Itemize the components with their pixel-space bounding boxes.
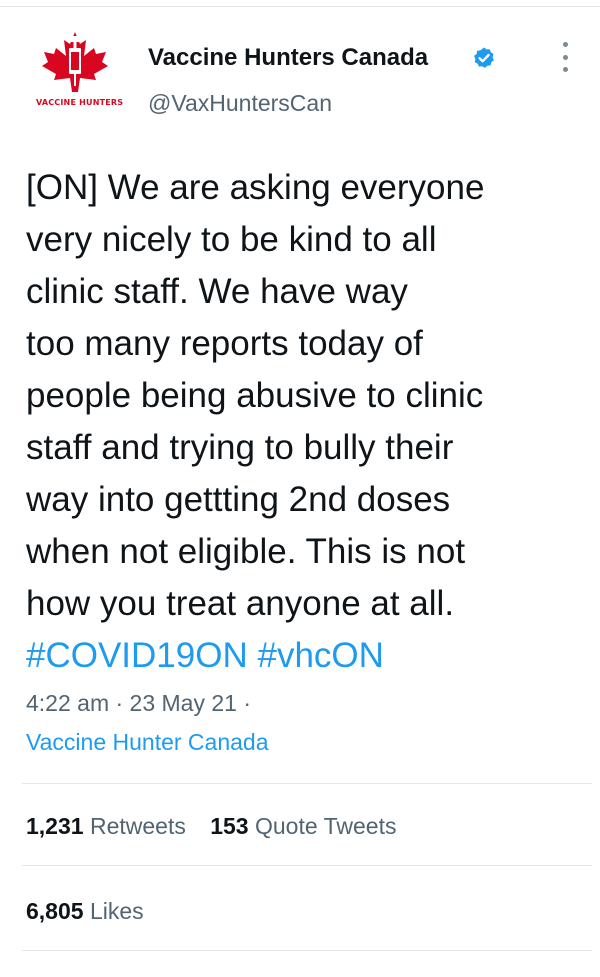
tweet-text-line: very nicely to be kind to all xyxy=(26,220,437,259)
hashtag-vhcon[interactable]: #vhcON xyxy=(257,636,383,675)
tweet-text-line: [ON] We are asking everyone xyxy=(26,168,485,207)
hashtag-covid19on[interactable]: #COVID19ON xyxy=(26,636,248,675)
tweet-source-link[interactable]: Vaccine Hunter Canada xyxy=(26,729,269,756)
likes-stats: 6,805 Likes xyxy=(26,898,162,925)
tweet-text-line: people being abusive to clinic xyxy=(26,376,484,415)
tweet-text-line: way into gettting 2nd doses xyxy=(26,480,451,519)
tweet-text-line: when not eligible. This is not xyxy=(26,532,466,571)
likes-stat[interactable]: 6,805 Likes xyxy=(26,898,144,925)
quote-tweets-label: Quote Tweets xyxy=(254,813,397,839)
quote-tweets-stat[interactable]: 153 Quote Tweets xyxy=(210,813,396,840)
tweet-timestamp[interactable]: 4:22 am · 23 May 21 · xyxy=(26,690,251,717)
more-dot xyxy=(562,42,568,47)
more-vertical-icon[interactable] xyxy=(556,42,574,72)
retweets-stat[interactable]: 1,231 Retweets xyxy=(26,813,186,840)
likes-label: Likes xyxy=(89,898,144,924)
verified-badge-icon xyxy=(474,47,494,68)
retweets-count: 1,231 xyxy=(26,813,84,839)
maple-leaf-syringe-icon xyxy=(42,32,108,92)
hashtag-line: #COVID19ON #vhcON xyxy=(26,630,591,682)
tweet-text-line: clinic staff. We have way xyxy=(26,272,408,311)
engagement-stats: 1,231 Retweets 153 Quote Tweets xyxy=(26,813,414,840)
top-divider xyxy=(0,6,600,7)
divider xyxy=(22,783,592,784)
more-dot xyxy=(562,67,568,72)
quote-tweets-count: 153 xyxy=(210,813,249,839)
retweets-label: Retweets xyxy=(89,813,186,839)
likes-count: 6,805 xyxy=(26,898,84,924)
tweet-text-line: too many reports today of xyxy=(26,324,423,363)
tweet-text: [ON] We are asking everyone very nicely … xyxy=(26,162,591,682)
author-display-name[interactable]: Vaccine Hunters Canada xyxy=(148,44,428,72)
author-handle[interactable]: @VaxHuntersCan xyxy=(148,90,332,117)
more-dot xyxy=(562,54,568,60)
divider xyxy=(22,865,592,866)
tweet-text-line: how you treat anyone at all. xyxy=(26,584,455,623)
tweet-text-line: staff and trying to bully their xyxy=(26,428,454,467)
divider xyxy=(22,950,592,951)
avatar-caption: VACCINE HUNTERS xyxy=(36,98,124,107)
